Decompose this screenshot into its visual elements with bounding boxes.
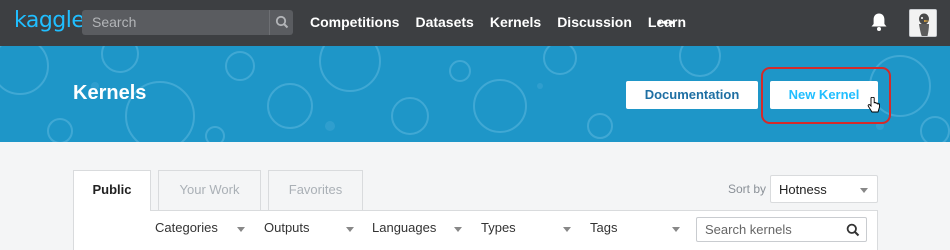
nav-discussion[interactable]: Discussion bbox=[557, 14, 632, 30]
search-button[interactable] bbox=[269, 10, 293, 35]
tab-public[interactable]: Public bbox=[73, 170, 151, 211]
sort-select[interactable]: Hotness bbox=[770, 175, 878, 203]
page-title: Kernels bbox=[73, 82, 147, 104]
filter-types[interactable]: Types bbox=[481, 220, 516, 235]
filter-outputs[interactable]: Outputs bbox=[264, 220, 310, 235]
page-header-banner: Kernels Documentation New Kernel bbox=[0, 46, 950, 142]
chevron-down-icon[interactable] bbox=[454, 227, 462, 232]
chevron-down-icon[interactable] bbox=[237, 227, 245, 232]
chevron-down-icon[interactable] bbox=[346, 227, 354, 232]
search-kernels-input[interactable]: Search kernels bbox=[705, 222, 792, 237]
site-search[interactable]: Search bbox=[82, 10, 293, 35]
search-input[interactable]: Search bbox=[92, 14, 136, 30]
user-avatar-icon bbox=[910, 10, 936, 36]
bell-icon[interactable] bbox=[870, 12, 888, 32]
hand-pointer-icon bbox=[867, 97, 880, 113]
sort-by-label: Sort by bbox=[728, 182, 767, 196]
filter-tags[interactable]: Tags bbox=[590, 220, 617, 235]
tab-favorites[interactable]: Favorites bbox=[268, 170, 363, 210]
nav-competitions[interactable]: Competitions bbox=[310, 14, 399, 30]
tab-your-work[interactable]: Your Work bbox=[158, 170, 261, 210]
nav-datasets[interactable]: Datasets bbox=[415, 14, 473, 30]
filter-languages[interactable]: Languages bbox=[372, 220, 436, 235]
search-icon bbox=[275, 15, 289, 29]
nav-kernels[interactable]: Kernels bbox=[490, 14, 541, 30]
chevron-down-icon[interactable] bbox=[672, 227, 680, 232]
kernels-list-controls: Public Your Work Favorites Sort by Hotne… bbox=[73, 170, 878, 250]
kaggle-logo[interactable]: kaggle bbox=[14, 8, 85, 33]
highlight-annotation bbox=[761, 67, 891, 124]
search-kernels-field[interactable]: Search kernels bbox=[696, 217, 867, 242]
filter-bar: Categories Outputs Languages Types Tags bbox=[155, 220, 695, 240]
search-icon[interactable] bbox=[846, 223, 860, 237]
filter-categories[interactable]: Categories bbox=[155, 220, 218, 235]
sort-value: Hotness bbox=[779, 182, 827, 197]
chevron-down-icon[interactable] bbox=[563, 227, 571, 232]
avatar[interactable] bbox=[909, 9, 937, 37]
documentation-button[interactable]: Documentation bbox=[626, 81, 758, 109]
main-nav: Competitions Datasets Kernels Discussion… bbox=[310, 14, 702, 30]
more-menu-icon[interactable]: ••• bbox=[657, 14, 675, 30]
top-nav: kaggle Search Competitions Datasets Kern… bbox=[0, 0, 950, 46]
chevron-down-icon bbox=[860, 188, 868, 193]
